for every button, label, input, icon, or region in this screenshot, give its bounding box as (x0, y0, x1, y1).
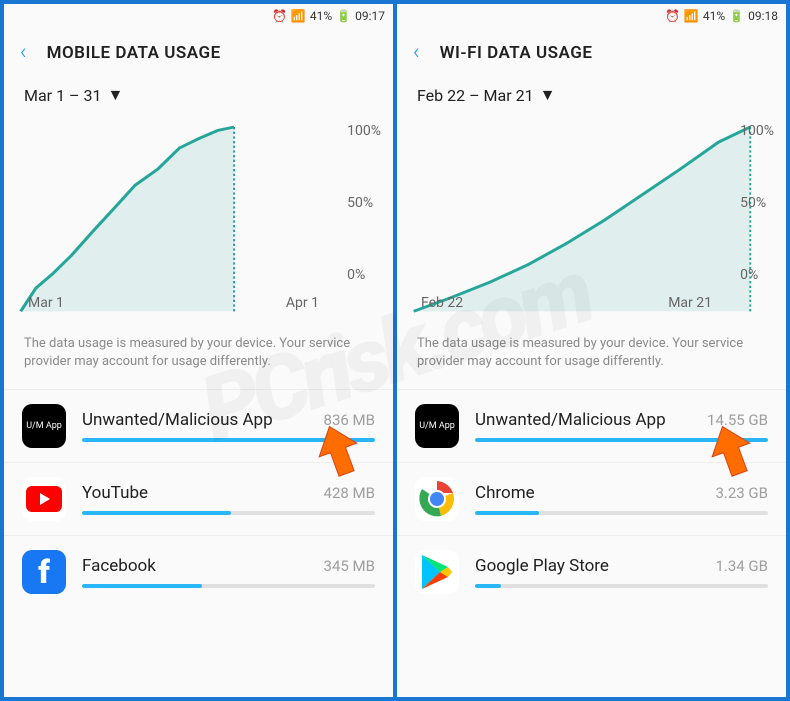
app-name: Google Play Store (475, 556, 609, 576)
date-range-selector[interactable]: Feb 22 – Mar 21 ▼ (397, 77, 786, 109)
back-icon[interactable]: ‹ (20, 40, 27, 65)
y-label-50: 50% (740, 195, 774, 211)
alarm-icon: ⏰ (665, 9, 680, 23)
alarm-icon: ⏰ (272, 9, 287, 23)
page-header: ‹ MOBILE DATA USAGE (4, 28, 393, 77)
app-size: 345 MB (324, 557, 375, 575)
x-label-start: Feb 22 (421, 295, 463, 311)
date-range-selector[interactable]: Mar 1 – 31 ▼ (4, 77, 393, 109)
usage-bar (475, 438, 768, 442)
app-size: 14.55 GB (707, 411, 768, 429)
app-size: 836 MB (324, 411, 375, 429)
signal-icon: 📶 (291, 9, 306, 23)
x-label-end: Mar 21 (668, 295, 712, 311)
usage-bar (82, 584, 375, 588)
app-name: Chrome (475, 483, 535, 503)
page-title: WI-FI DATA USAGE (440, 43, 593, 63)
app-row-play-store[interactable]: Google Play Store 1.34 GB (397, 535, 786, 608)
app-size: 428 MB (324, 484, 375, 502)
date-range-label: Feb 22 – Mar 21 (417, 86, 534, 105)
battery-icon: 🔋 (729, 9, 744, 23)
signal-icon: 📶 (684, 9, 699, 23)
x-label-start: Mar 1 (28, 295, 64, 311)
chart-svg (8, 113, 389, 323)
usage-chart: 100% 50% 0% Feb 22 Mar 21 (401, 113, 782, 323)
back-icon[interactable]: ‹ (413, 40, 420, 65)
app-name: YouTube (82, 483, 148, 503)
page-title: MOBILE DATA USAGE (47, 43, 221, 63)
screen-mobile-data: ⏰ 📶 41% 🔋 09:17 ‹ MOBILE DATA USAGE Mar … (4, 4, 393, 697)
page-header: ‹ WI-FI DATA USAGE (397, 28, 786, 77)
status-bar: ⏰ 📶 41% 🔋 09:18 (397, 4, 786, 28)
clock-time: 09:18 (748, 9, 778, 23)
battery-percent: 41% (310, 9, 332, 23)
app-row-facebook[interactable]: f Facebook 345 MB (4, 535, 393, 608)
x-label-end: Apr 1 (286, 295, 319, 311)
x-axis-labels: Feb 22 Mar 21 (421, 295, 712, 311)
app-row-unwanted[interactable]: U/M App Unwanted/Malicious App 14.55 GB (397, 389, 786, 462)
chart-svg (401, 113, 782, 323)
app-row-youtube[interactable]: YouTube 428 MB (4, 462, 393, 535)
screen-wifi-data: ⏰ 📶 41% 🔋 09:18 ‹ WI-FI DATA USAGE Feb 2… (397, 4, 786, 697)
chevron-down-icon: ▼ (107, 85, 123, 105)
y-axis-labels: 100% 50% 0% (347, 123, 381, 283)
usage-bar (475, 584, 768, 588)
chevron-down-icon: ▼ (540, 85, 556, 105)
unwanted-app-icon: U/M App (22, 404, 66, 448)
usage-bar (82, 438, 375, 442)
usage-bar (82, 511, 375, 515)
app-size: 3.23 GB (715, 484, 768, 502)
clock-time: 09:17 (355, 9, 385, 23)
app-row-unwanted[interactable]: U/M App Unwanted/Malicious App 836 MB (4, 389, 393, 462)
status-bar: ⏰ 📶 41% 🔋 09:17 (4, 4, 393, 28)
app-size: 1.34 GB (715, 557, 768, 575)
battery-icon: 🔋 (336, 9, 351, 23)
play-store-icon (415, 550, 459, 594)
app-row-chrome[interactable]: Chrome 3.23 GB (397, 462, 786, 535)
battery-percent: 41% (703, 9, 725, 23)
date-range-label: Mar 1 – 31 (24, 86, 101, 105)
disclaimer-text: The data usage is measured by your devic… (4, 323, 393, 389)
youtube-icon (22, 477, 66, 521)
unwanted-app-icon: U/M App (415, 404, 459, 448)
y-axis-labels: 100% 50% 0% (740, 123, 774, 283)
x-axis-labels: Mar 1 Apr 1 (28, 295, 319, 311)
usage-chart: 100% 50% 0% Mar 1 Apr 1 (8, 113, 389, 323)
facebook-icon: f (22, 550, 66, 594)
app-name: Unwanted/Malicious App (475, 410, 666, 430)
y-label-0: 0% (740, 267, 774, 283)
y-label-100: 100% (740, 123, 774, 139)
y-label-100: 100% (347, 123, 381, 139)
chrome-icon (415, 477, 459, 521)
y-label-0: 0% (347, 267, 381, 283)
app-name: Unwanted/Malicious App (82, 410, 273, 430)
y-label-50: 50% (347, 195, 381, 211)
usage-bar (475, 511, 768, 515)
disclaimer-text: The data usage is measured by your devic… (397, 323, 786, 389)
app-name: Facebook (82, 556, 156, 576)
